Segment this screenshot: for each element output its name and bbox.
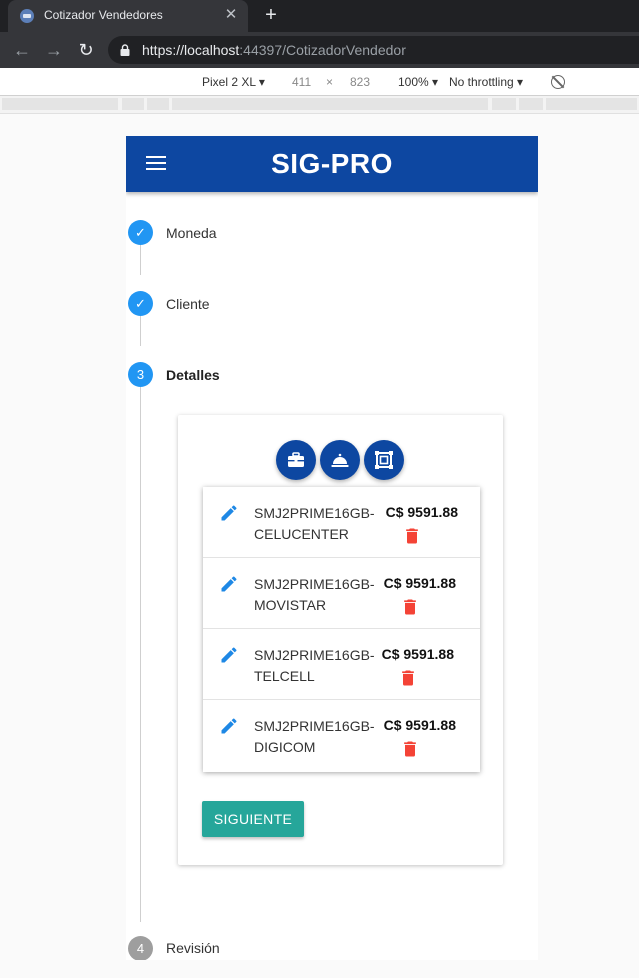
- check-icon: ✓: [128, 220, 153, 245]
- url-text: https://localhost:44397/CotizadorVendedo…: [142, 42, 406, 58]
- list-item: SMJ2PRIME16GB- CELUCENTER C$ 9591.88: [203, 487, 480, 558]
- items-list: SMJ2PRIME16GB- CELUCENTER C$ 9591.88 SMJ…: [203, 487, 480, 772]
- trash-icon[interactable]: [398, 668, 418, 688]
- edit-pencil-icon[interactable]: [219, 716, 239, 736]
- back-arrow-icon[interactable]: ←: [10, 38, 34, 62]
- check-icon: ✓: [128, 291, 153, 316]
- step-number: 3: [128, 362, 153, 387]
- favicon-icon: [20, 9, 34, 23]
- step-label: Detalles: [166, 367, 220, 383]
- item-price: C$ 9591.88: [383, 717, 456, 733]
- edit-pencil-icon[interactable]: [219, 574, 239, 594]
- throttling-select[interactable]: No throttling ▾: [449, 75, 523, 89]
- crop-frame-button[interactable]: [364, 440, 404, 480]
- step-connector: [140, 245, 141, 275]
- browser-navbar: ← → ↻ https://localhost:44397/CotizadorV…: [0, 32, 639, 68]
- trash-icon[interactable]: [400, 597, 420, 617]
- item-price: C$ 9591.88: [383, 575, 456, 591]
- forward-arrow-icon[interactable]: →: [42, 38, 66, 62]
- briefcase-button[interactable]: [276, 440, 316, 480]
- step-label: Revisión: [166, 940, 220, 956]
- next-button[interactable]: SIGUIENTE: [202, 801, 304, 837]
- dimension-separator: ×: [326, 75, 334, 89]
- service-bell-icon: [331, 453, 349, 467]
- edit-pencil-icon[interactable]: [219, 645, 239, 665]
- product-name: SMJ2PRIME16GB- DIGICOM: [254, 718, 375, 755]
- details-card: SMJ2PRIME16GB- CELUCENTER C$ 9591.88 SMJ…: [178, 415, 503, 865]
- service-bell-button[interactable]: [320, 440, 360, 480]
- media-query-ruler: [0, 96, 639, 114]
- device-select[interactable]: Pixel 2 XL ▾: [202, 75, 265, 89]
- step-label: Cliente: [166, 296, 210, 312]
- device-viewport: SIG-PRO ✓ Moneda ✓ Cliente 3 Detalles SM…: [126, 136, 538, 960]
- rotate-icon[interactable]: [551, 75, 565, 89]
- reload-icon[interactable]: ↻: [74, 38, 98, 62]
- step-connector: [140, 316, 141, 346]
- list-item: SMJ2PRIME16GB- TELCELL C$ 9591.88: [203, 629, 480, 700]
- zoom-select[interactable]: 100% ▾: [398, 75, 438, 89]
- device-toolbar: Pixel 2 XL ▾ 411 × 823 100% ▾ No throttl…: [0, 68, 639, 96]
- item-price: C$ 9591.88: [385, 504, 458, 520]
- lock-icon: [120, 44, 130, 56]
- tab-title: Cotizador Vendedores: [44, 8, 163, 22]
- app-brand: SIG-PRO: [271, 148, 393, 179]
- step-connector: [140, 387, 141, 922]
- product-name: SMJ2PRIME16GB- CELUCENTER: [254, 505, 375, 542]
- device-width-field[interactable]: 411: [292, 75, 311, 89]
- app-header: SIG-PRO: [126, 136, 538, 192]
- list-item: SMJ2PRIME16GB- DIGICOM C$ 9591.88: [203, 700, 480, 771]
- close-tab-icon[interactable]: ✕: [222, 6, 240, 24]
- edit-pencil-icon[interactable]: [219, 503, 239, 523]
- crop-frame-icon: [375, 451, 393, 469]
- step-number: 4: [128, 936, 153, 960]
- address-bar[interactable]: https://localhost:44397/CotizadorVendedo…: [108, 36, 639, 64]
- browser-tab[interactable]: Cotizador Vendedores ✕: [8, 0, 248, 32]
- step-label: Moneda: [166, 225, 217, 241]
- browser-tabstrip: Cotizador Vendedores ✕ +: [0, 0, 639, 32]
- list-item: SMJ2PRIME16GB- MOVISTAR C$ 9591.88: [203, 558, 480, 629]
- product-name: SMJ2PRIME16GB- TELCELL: [254, 647, 375, 684]
- item-price: C$ 9591.88: [381, 646, 454, 662]
- trash-icon[interactable]: [400, 739, 420, 759]
- briefcase-icon: [288, 452, 304, 467]
- device-height-field[interactable]: 823: [350, 75, 370, 89]
- product-name: SMJ2PRIME16GB- MOVISTAR: [254, 576, 375, 613]
- new-tab-button[interactable]: +: [260, 4, 282, 26]
- trash-icon[interactable]: [402, 526, 422, 546]
